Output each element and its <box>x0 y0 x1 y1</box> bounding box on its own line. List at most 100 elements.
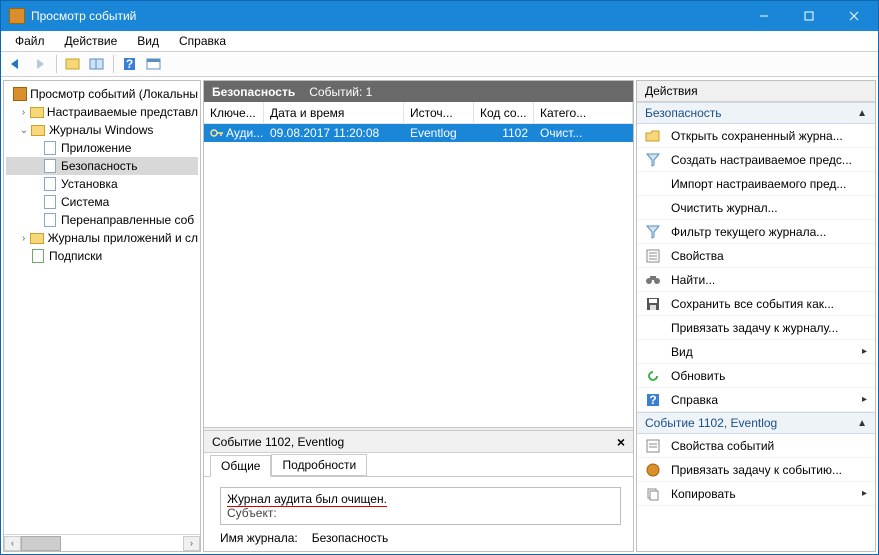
cell-category: Очист... <box>534 126 633 140</box>
titlebar[interactable]: Просмотр событий <box>1 1 878 31</box>
tree-root[interactable]: Просмотр событий (Локальны <box>6 85 198 103</box>
action-refresh[interactable]: Обновить <box>637 364 875 388</box>
funnel-icon <box>645 224 661 240</box>
toolbar: ? <box>1 51 878 77</box>
tree-log-system-label: Система <box>61 195 109 209</box>
action-attach-task-log[interactable]: Привязать задачу к журналу... <box>637 316 875 340</box>
action-find[interactable]: Найти... <box>637 268 875 292</box>
col-datetime[interactable]: Дата и время <box>264 102 404 123</box>
folder-open-icon <box>645 128 661 144</box>
action-view[interactable]: Вид▸ <box>637 340 875 364</box>
events-body: Ауди... 09.08.2017 11:20:08 Eventlog 110… <box>204 124 633 427</box>
col-keywords[interactable]: Ключе... <box>204 102 264 123</box>
detail-message: Журнал аудита был очищен. <box>227 492 387 507</box>
properties-icon <box>645 438 661 454</box>
pane-button[interactable] <box>143 53 165 75</box>
menu-view[interactable]: Вид <box>129 32 167 50</box>
tree-subscriptions-label: Подписки <box>49 249 102 263</box>
tree-log-security-label: Безопасность <box>61 159 138 173</box>
events-pane: Безопасность Событий: 1 Ключе... Дата и … <box>203 80 634 552</box>
actions-section-log[interactable]: Безопасность▲ <box>637 102 875 124</box>
tab-general[interactable]: Общие <box>210 455 271 477</box>
refresh-icon <box>645 368 661 384</box>
action-clear-log[interactable]: Очистить журнал... <box>637 196 875 220</box>
tree-log-application-label: Приложение <box>61 141 131 155</box>
task-icon <box>645 320 661 336</box>
col-eventid[interactable]: Код со... <box>474 102 534 123</box>
tree-subscriptions[interactable]: Подписки <box>6 247 198 265</box>
col-category[interactable]: Катего... <box>534 102 633 123</box>
action-create-custom-view[interactable]: Создать настраиваемое предс... <box>637 148 875 172</box>
scroll-right-button[interactable]: › <box>183 536 200 551</box>
forward-button[interactable] <box>29 53 51 75</box>
action-import-custom-view[interactable]: Импорт настраиваемого пред... <box>637 172 875 196</box>
tree-log-security[interactable]: Безопасность <box>6 157 198 175</box>
close-button[interactable] <box>831 1 876 31</box>
chevron-right-icon: ▸ <box>862 394 867 405</box>
tree-log-system[interactable]: Система <box>6 193 198 211</box>
action-event-properties[interactable]: Свойства событий <box>637 434 875 458</box>
subscriptions-icon <box>30 249 46 263</box>
detail-close-button[interactable]: × <box>617 434 625 450</box>
cell-source: Eventlog <box>404 126 474 140</box>
detail-title: Событие 1102, Eventlog <box>212 435 344 449</box>
help-button[interactable]: ? <box>119 53 141 75</box>
action-properties[interactable]: Свойства <box>637 244 875 268</box>
action-attach-task-event[interactable]: Привязать задачу к событию... <box>637 458 875 482</box>
tree-windows-logs[interactable]: ⌄Журналы Windows <box>6 121 198 139</box>
events-header-count: Событий: 1 <box>309 85 372 99</box>
maximize-button[interactable] <box>786 1 831 31</box>
detail-body: Журнал аудита был очищен. Субъект: Имя ж… <box>204 477 633 551</box>
scroll-left-button[interactable]: ‹ <box>4 536 21 551</box>
detail-logname-label: Имя журнала: <box>220 531 298 545</box>
scroll-thumb[interactable] <box>21 536 61 551</box>
folder-icon <box>29 231 44 245</box>
detail-logname-value: Безопасность <box>312 531 389 545</box>
tree-log-forwarded-label: Перенаправленные соб <box>61 213 194 227</box>
tree-log-application[interactable]: Приложение <box>6 139 198 157</box>
tree-custom-views[interactable]: ›Настраиваемые представл <box>6 103 198 121</box>
detail-message-box: Журнал аудита был очищен. Субъект: <box>220 487 621 525</box>
task-icon <box>645 462 661 478</box>
properties-icon <box>645 248 661 264</box>
funnel-icon <box>645 152 661 168</box>
key-icon <box>210 127 224 139</box>
action-open-saved-log[interactable]: Открыть сохраненный журна... <box>637 124 875 148</box>
action-copy[interactable]: Копировать▸ <box>637 482 875 506</box>
log-icon <box>42 213 58 227</box>
minimize-button[interactable] <box>741 1 786 31</box>
tree-app-services-label: Журналы приложений и сл <box>48 231 198 245</box>
save-icon <box>645 296 661 312</box>
col-source[interactable]: Источ... <box>404 102 474 123</box>
log-icon <box>42 141 58 155</box>
tree-pane: Просмотр событий (Локальны ›Настраиваемы… <box>3 80 201 552</box>
back-button[interactable] <box>5 53 27 75</box>
tree-log-forwarded[interactable]: Перенаправленные соб <box>6 211 198 229</box>
copy-icon <box>645 486 661 502</box>
tree-log-setup[interactable]: Установка <box>6 175 198 193</box>
tree-h-scrollbar[interactable]: ‹ › <box>4 534 200 551</box>
menubar: Файл Действие Вид Справка <box>1 31 878 51</box>
action-filter-log[interactable]: Фильтр текущего журнала... <box>637 220 875 244</box>
chevron-right-icon: ▸ <box>862 346 867 357</box>
menu-help[interactable]: Справка <box>171 32 234 50</box>
columns-button[interactable] <box>86 53 108 75</box>
menu-action[interactable]: Действие <box>57 32 126 50</box>
show-hide-tree-button[interactable] <box>62 53 84 75</box>
eventviewer-icon <box>13 87 27 101</box>
detail-header: Событие 1102, Eventlog × <box>204 431 633 453</box>
cell-eventid: 1102 <box>474 126 534 140</box>
tree-windows-logs-label: Журналы Windows <box>49 123 153 137</box>
app-icon <box>9 8 25 24</box>
detail-subject-label: Субъект: <box>227 506 614 520</box>
events-columns: Ключе... Дата и время Источ... Код со...… <box>204 102 633 124</box>
log-icon <box>42 195 58 209</box>
actions-section-event[interactable]: Событие 1102, Eventlog▲ <box>637 412 875 434</box>
action-save-all[interactable]: Сохранить все события как... <box>637 292 875 316</box>
event-row[interactable]: Ауди... 09.08.2017 11:20:08 Eventlog 110… <box>204 124 633 142</box>
action-help[interactable]: ?Справка▸ <box>637 388 875 412</box>
tab-details[interactable]: Подробности <box>271 454 367 476</box>
menu-file[interactable]: Файл <box>7 32 53 50</box>
svg-text:?: ? <box>126 57 133 71</box>
tree-app-services[interactable]: ›Журналы приложений и сл <box>6 229 198 247</box>
